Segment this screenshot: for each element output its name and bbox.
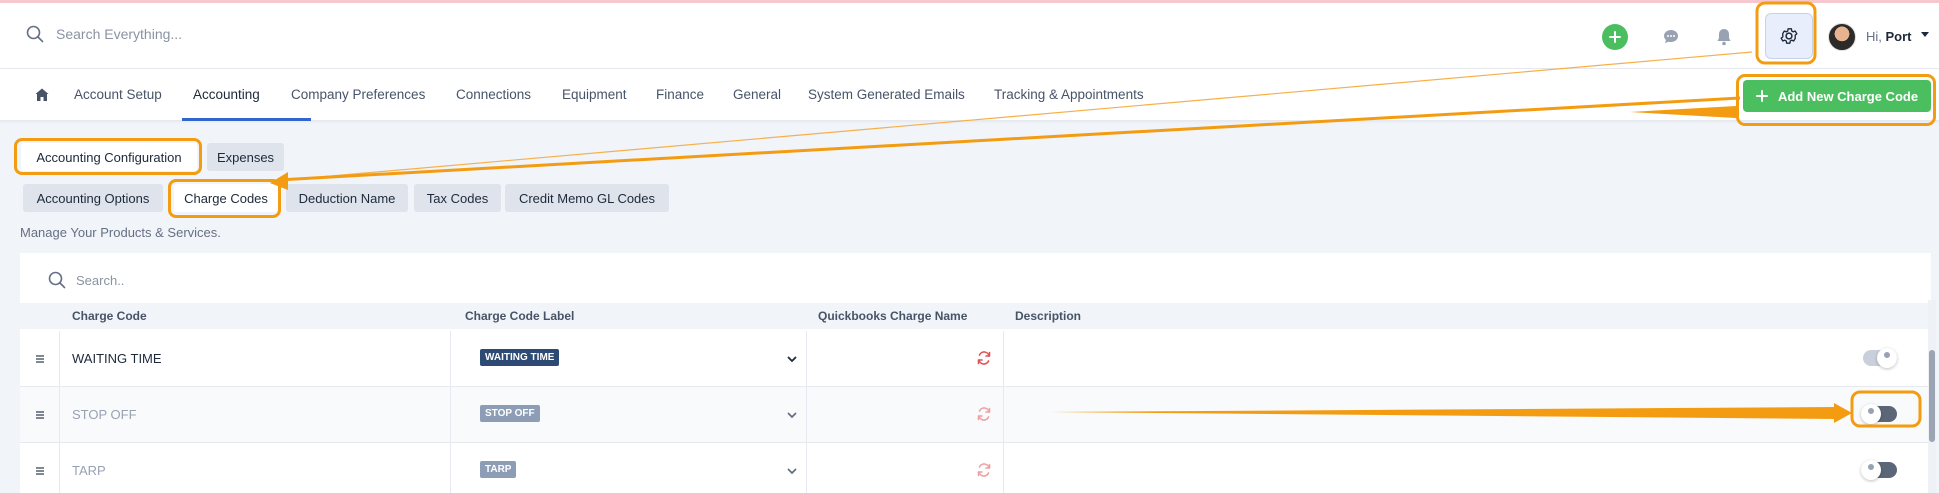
bell-icon bbox=[1717, 29, 1731, 46]
table-row[interactable]: STOP OFF STOP OFF bbox=[20, 387, 1931, 443]
enabled-toggle[interactable] bbox=[1861, 404, 1897, 424]
column-divider bbox=[450, 331, 451, 387]
toggle-dot bbox=[1868, 408, 1874, 414]
toggle-knob bbox=[1861, 404, 1881, 424]
column-divider bbox=[450, 443, 451, 493]
enabled-toggle[interactable] bbox=[1863, 348, 1897, 368]
toggle-dot bbox=[1884, 352, 1890, 358]
drag-handle[interactable] bbox=[20, 443, 60, 493]
table-search-input[interactable]: Search.. bbox=[76, 273, 124, 288]
column-header-charge-code[interactable]: Charge Code bbox=[72, 309, 147, 323]
column-header-quickbooks-charge-name[interactable]: Quickbooks Charge Name bbox=[818, 309, 967, 323]
drag-handle-icon bbox=[35, 411, 44, 419]
enabled-toggle[interactable] bbox=[1861, 460, 1897, 480]
table-row[interactable]: TARP TARP bbox=[20, 443, 1931, 493]
toggle-knob bbox=[1861, 460, 1881, 480]
charge-code-label-badge: TARP bbox=[480, 461, 517, 478]
add-new-charge-code-label: Add New Charge Code bbox=[1777, 88, 1919, 104]
charge-code-label-badge: WAITING TIME bbox=[480, 349, 560, 366]
toggle-dot bbox=[1868, 464, 1874, 470]
column-header-description[interactable]: Description bbox=[1015, 309, 1081, 323]
column-divider bbox=[1003, 443, 1004, 493]
user-menu-caret-icon[interactable] bbox=[1921, 32, 1929, 37]
subtab-credit-memo-gl-codes[interactable]: Credit Memo GL Codes bbox=[505, 184, 669, 212]
charge-code-label-badge: STOP OFF bbox=[480, 405, 540, 422]
plus-icon bbox=[1609, 31, 1621, 43]
user-name: Port bbox=[1885, 29, 1912, 44]
charge-code: WAITING TIME bbox=[72, 351, 162, 366]
tab-finance[interactable]: Finance bbox=[656, 87, 704, 102]
tab-company-preferences[interactable]: Company Preferences bbox=[291, 87, 425, 102]
notifications-button[interactable] bbox=[1712, 25, 1736, 49]
global-search-input[interactable]: Search Everything... bbox=[56, 26, 182, 42]
charge-code: TARP bbox=[72, 463, 106, 478]
plus-icon bbox=[1755, 90, 1768, 102]
drag-handle[interactable] bbox=[20, 331, 60, 387]
column-header-charge-code-label[interactable]: Charge Code Label bbox=[465, 309, 574, 323]
charge-code: STOP OFF bbox=[72, 407, 137, 422]
tab-system-generated-emails[interactable]: System Generated Emails bbox=[808, 87, 965, 102]
table-search[interactable]: Search.. bbox=[48, 271, 124, 289]
column-divider bbox=[1003, 331, 1004, 387]
add-new-charge-code-button[interactable]: Add New Charge Code bbox=[1743, 80, 1931, 112]
gear-icon bbox=[1780, 28, 1798, 44]
tab-account-setup[interactable]: Account Setup bbox=[74, 87, 162, 102]
sync-icon[interactable] bbox=[976, 462, 992, 478]
highlight-charge-codes bbox=[168, 179, 281, 218]
tab-tracking-appointments[interactable]: Tracking & Appointments bbox=[994, 87, 1144, 102]
chat-icon bbox=[1664, 30, 1678, 43]
sync-icon[interactable] bbox=[976, 406, 992, 422]
column-divider bbox=[806, 331, 807, 387]
search-icon bbox=[26, 25, 44, 43]
drag-handle-icon bbox=[35, 355, 44, 363]
charge-codes-table: Search.. Charge Code Charge Code Label Q… bbox=[20, 253, 1931, 493]
drag-handle-icon bbox=[35, 467, 44, 475]
settings-button[interactable] bbox=[1765, 13, 1813, 59]
page-subtitle: Manage Your Products & Services. bbox=[20, 225, 221, 240]
active-tab-indicator bbox=[182, 118, 311, 121]
drag-handle[interactable] bbox=[20, 387, 60, 443]
tab-general[interactable]: General bbox=[733, 87, 781, 102]
tab-accounting[interactable]: Accounting bbox=[193, 87, 260, 102]
app-header: Search Everything... Hi, Port bbox=[0, 3, 1939, 69]
toggle-knob bbox=[1877, 348, 1897, 368]
home-icon[interactable] bbox=[34, 87, 50, 103]
highlight-accounting-configuration bbox=[14, 138, 202, 175]
tab-equipment[interactable]: Equipment bbox=[562, 87, 627, 102]
column-divider bbox=[1003, 387, 1004, 443]
column-divider bbox=[806, 387, 807, 443]
subtab-tax-codes[interactable]: Tax Codes bbox=[414, 184, 501, 212]
settings-nav: Account Setup Accounting Company Prefere… bbox=[0, 69, 1939, 121]
table-scrollbar-thumb[interactable] bbox=[1929, 350, 1935, 442]
table-header: Charge Code Charge Code Label Quickbooks… bbox=[20, 303, 1931, 329]
chat-button[interactable] bbox=[1659, 25, 1683, 49]
column-divider bbox=[806, 443, 807, 493]
table-row[interactable]: WAITING TIME WAITING TIME bbox=[20, 331, 1931, 387]
chevron-down-icon[interactable] bbox=[786, 465, 798, 477]
greeting-text: Hi, bbox=[1866, 29, 1882, 44]
column-divider bbox=[450, 387, 451, 443]
global-search[interactable]: Search Everything... bbox=[26, 25, 182, 43]
search-icon bbox=[48, 271, 66, 289]
chevron-down-icon[interactable] bbox=[786, 353, 798, 365]
sync-icon[interactable] bbox=[976, 350, 992, 366]
user-greeting[interactable]: Hi, Port bbox=[1866, 29, 1912, 44]
subtab-accounting-options[interactable]: Accounting Options bbox=[23, 184, 163, 212]
subtab-deduction-name[interactable]: Deduction Name bbox=[286, 184, 408, 212]
quick-add-button[interactable] bbox=[1602, 24, 1628, 50]
chevron-down-icon[interactable] bbox=[786, 409, 798, 421]
section-tab-expenses[interactable]: Expenses bbox=[207, 143, 284, 171]
user-avatar[interactable] bbox=[1828, 23, 1856, 51]
tab-connections[interactable]: Connections bbox=[456, 87, 531, 102]
